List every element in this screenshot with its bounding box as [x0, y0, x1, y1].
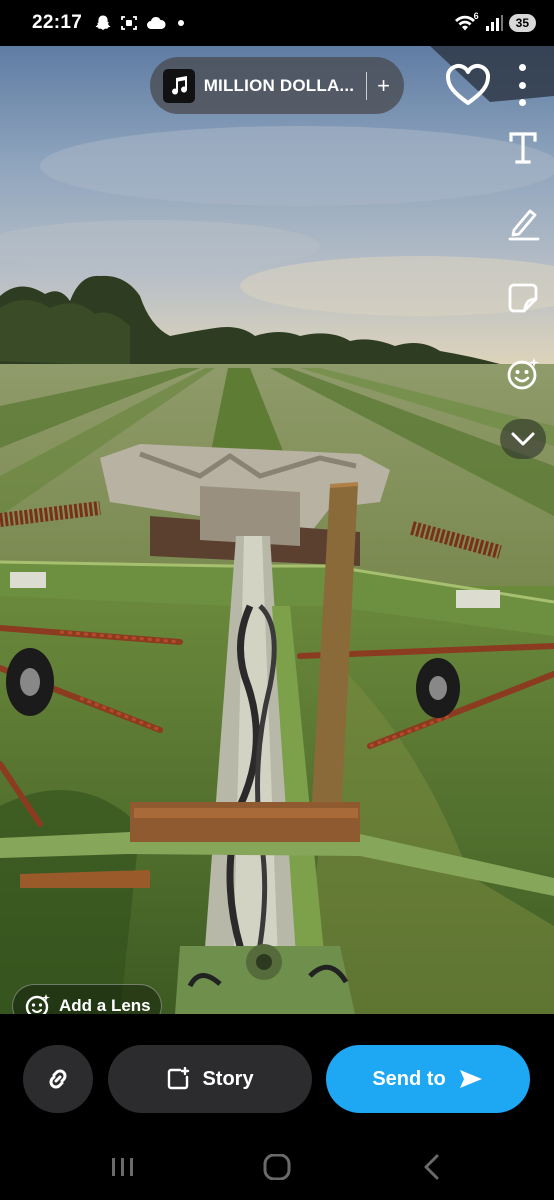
- more-vertical-icon[interactable]: [510, 64, 534, 106]
- back-icon[interactable]: [421, 1154, 443, 1180]
- send-to-label: Send to: [372, 1067, 446, 1090]
- send-to-button[interactable]: Send to: [326, 1045, 530, 1113]
- send-arrow-icon: [459, 1070, 482, 1088]
- music-divider: [366, 71, 368, 100]
- link-icon: [49, 1069, 67, 1089]
- cloud-icon: [147, 16, 166, 29]
- wifi-badge: 6: [473, 11, 479, 21]
- photo-canvas: [0, 46, 554, 1014]
- screen-record-icon: [121, 16, 138, 30]
- more-dot: [518, 81, 526, 89]
- home-icon[interactable]: [262, 1154, 292, 1180]
- add-lens-label: Add a Lens: [59, 996, 151, 1015]
- snapchat-ghost-icon: [95, 15, 111, 30]
- status-right: 6 35: [454, 11, 536, 32]
- sticker-tool-icon[interactable]: [501, 276, 545, 320]
- heart-icon[interactable]: [444, 62, 492, 108]
- wifi-icon: [454, 15, 475, 31]
- more-dot: [518, 64, 526, 71]
- music-track-title: MILLION DOLLA...: [203, 75, 355, 95]
- add-music-button[interactable]: +: [377, 74, 390, 97]
- status-time: 22:17: [32, 12, 83, 33]
- recents-icon[interactable]: [110, 1156, 136, 1178]
- status-left-icons: [94, 14, 185, 32]
- status-bar: 22:17 6 35: [0, 0, 554, 46]
- battery-indicator: 35: [508, 14, 536, 32]
- system-nav-bar: [0, 1144, 554, 1190]
- pen-tool-icon[interactable]: [501, 201, 545, 245]
- chevron-down-icon[interactable]: [500, 419, 546, 459]
- more-dot: [518, 99, 526, 106]
- snap-photo[interactable]: [0, 46, 554, 1014]
- signal-icon: [485, 15, 503, 31]
- bottom-action-bar: Story Send to: [0, 1014, 554, 1200]
- emoji-tool-icon[interactable]: [501, 352, 545, 396]
- music-track-pill[interactable]: MILLION DOLLA... +: [150, 57, 404, 114]
- link-button[interactable]: [23, 1045, 93, 1113]
- story-button[interactable]: Story: [108, 1045, 312, 1113]
- story-label: Story: [202, 1067, 254, 1090]
- text-tool-icon[interactable]: [501, 126, 545, 170]
- add-story-icon: [168, 1067, 190, 1090]
- music-note-icon: [163, 68, 195, 103]
- dot-icon: [178, 20, 185, 26]
